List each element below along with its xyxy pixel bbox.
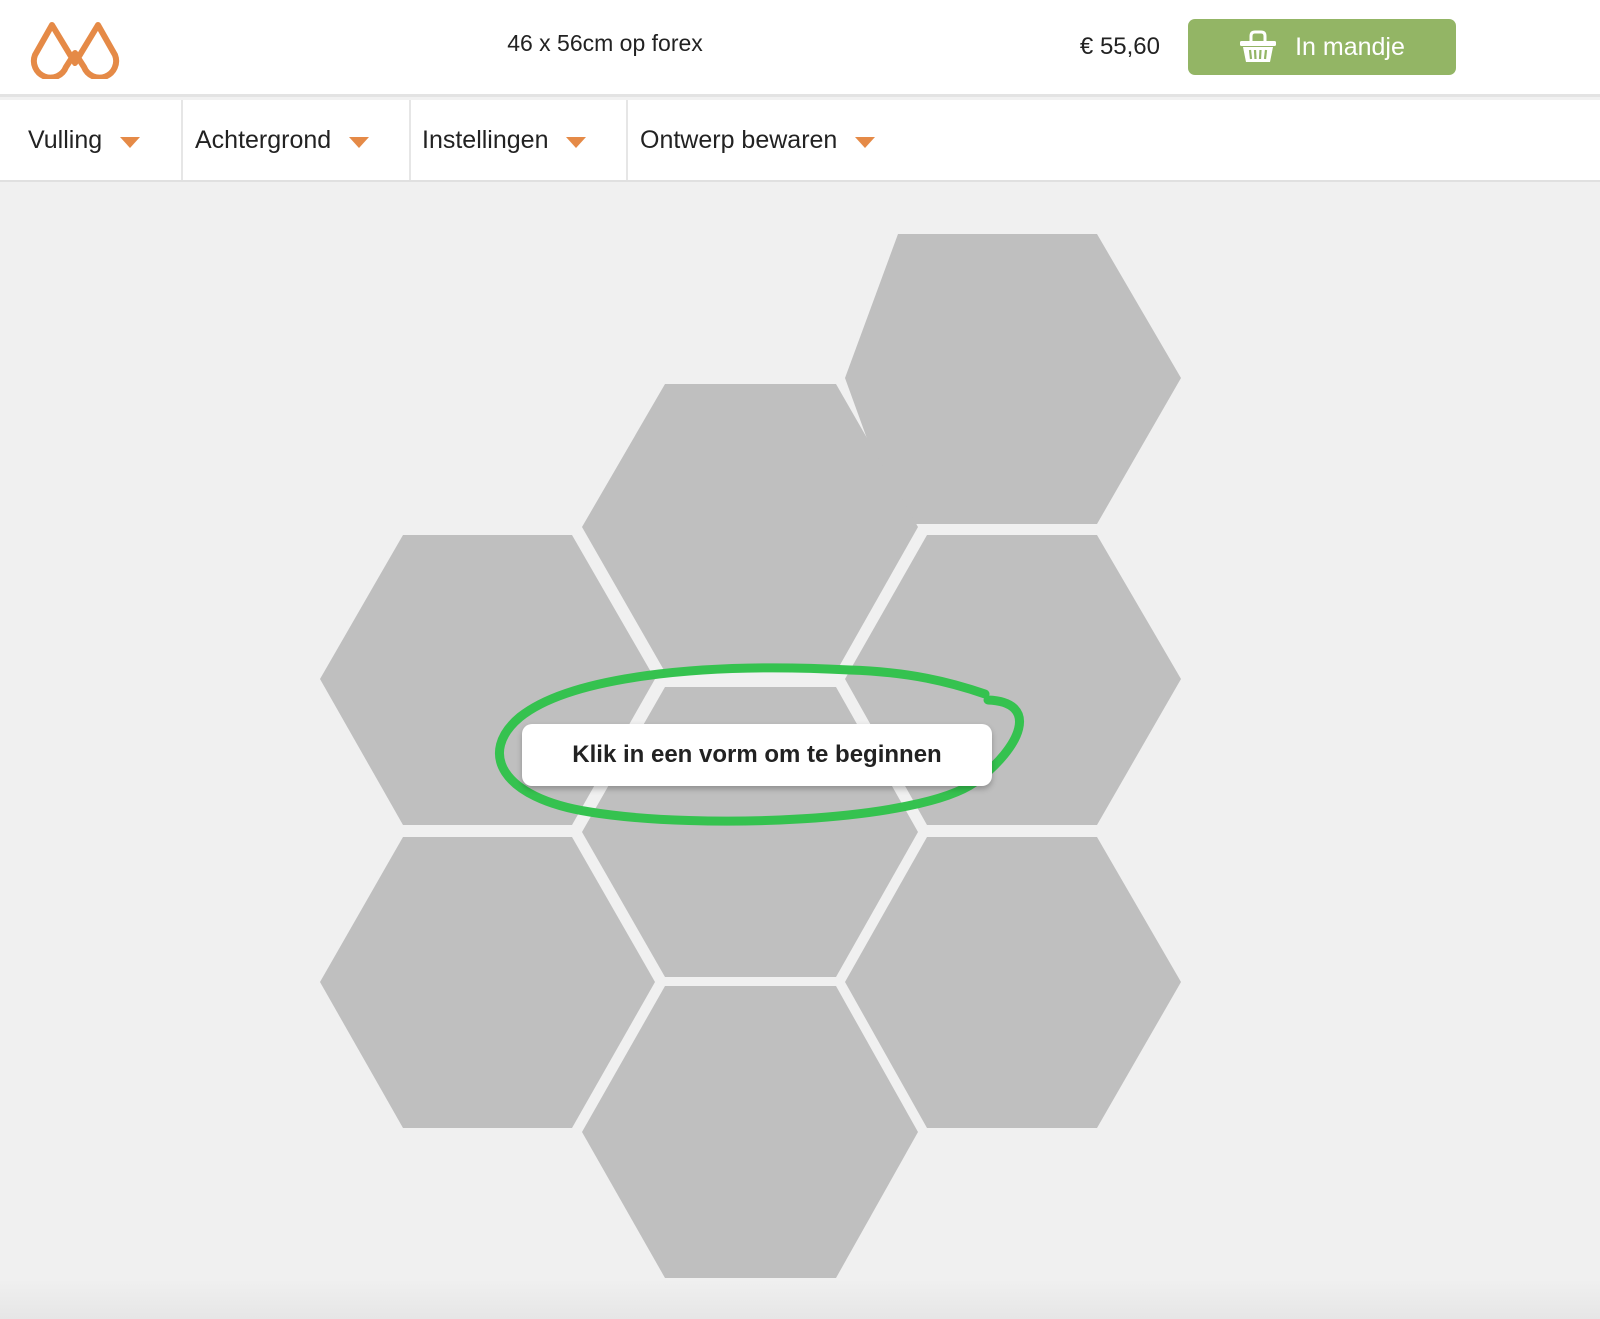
- menu-ontwerp-bewaren[interactable]: Ontwerp bewaren: [626, 100, 886, 180]
- hex-shape[interactable]: [582, 986, 918, 1278]
- product-title: 46 x 56cm op forex: [507, 30, 703, 56]
- add-to-cart-button[interactable]: In mandje: [1188, 19, 1456, 75]
- caret-down-icon: [566, 136, 587, 148]
- header-bar: 46 x 56cm op forex € 55,60 In mandje: [0, 0, 1600, 97]
- menu-label: Vulling: [28, 125, 103, 154]
- hint-text: Klik in een vorm om te beginnen: [572, 741, 942, 768]
- hex-shape[interactable]: [320, 837, 655, 1128]
- cart-button-label: In mandje: [1295, 32, 1405, 61]
- canvas-bottom-shade: [0, 1279, 1600, 1319]
- menu-label: Achtergrond: [195, 125, 332, 154]
- menu-instellingen[interactable]: Instellingen: [409, 100, 626, 180]
- hex-shape[interactable]: [845, 234, 1181, 524]
- design-canvas: Klik in een vorm om te beginnen: [0, 182, 1600, 1319]
- menu-vulling[interactable]: Vulling: [0, 100, 181, 180]
- price-label: € 55,60: [1079, 33, 1160, 60]
- hint-box: Klik in een vorm om te beginnen: [522, 724, 992, 786]
- caret-down-icon: [349, 136, 370, 148]
- caret-down-icon: [120, 136, 141, 148]
- menu-label: Ontwerp bewaren: [640, 125, 838, 154]
- menu-bar: Vulling Achtergrond Instellingen Ontwerp…: [0, 100, 1600, 182]
- app-window: 46 x 56cm op forex € 55,60 In mandje Vul…: [0, 0, 1600, 1319]
- logo-icon[interactable]: [28, 17, 122, 79]
- basket-icon: [1240, 30, 1277, 62]
- menu-label: Instellingen: [422, 125, 549, 154]
- hex-shape[interactable]: [845, 837, 1181, 1128]
- caret-down-icon: [855, 136, 876, 148]
- menu-achtergrond[interactable]: Achtergrond: [181, 100, 409, 180]
